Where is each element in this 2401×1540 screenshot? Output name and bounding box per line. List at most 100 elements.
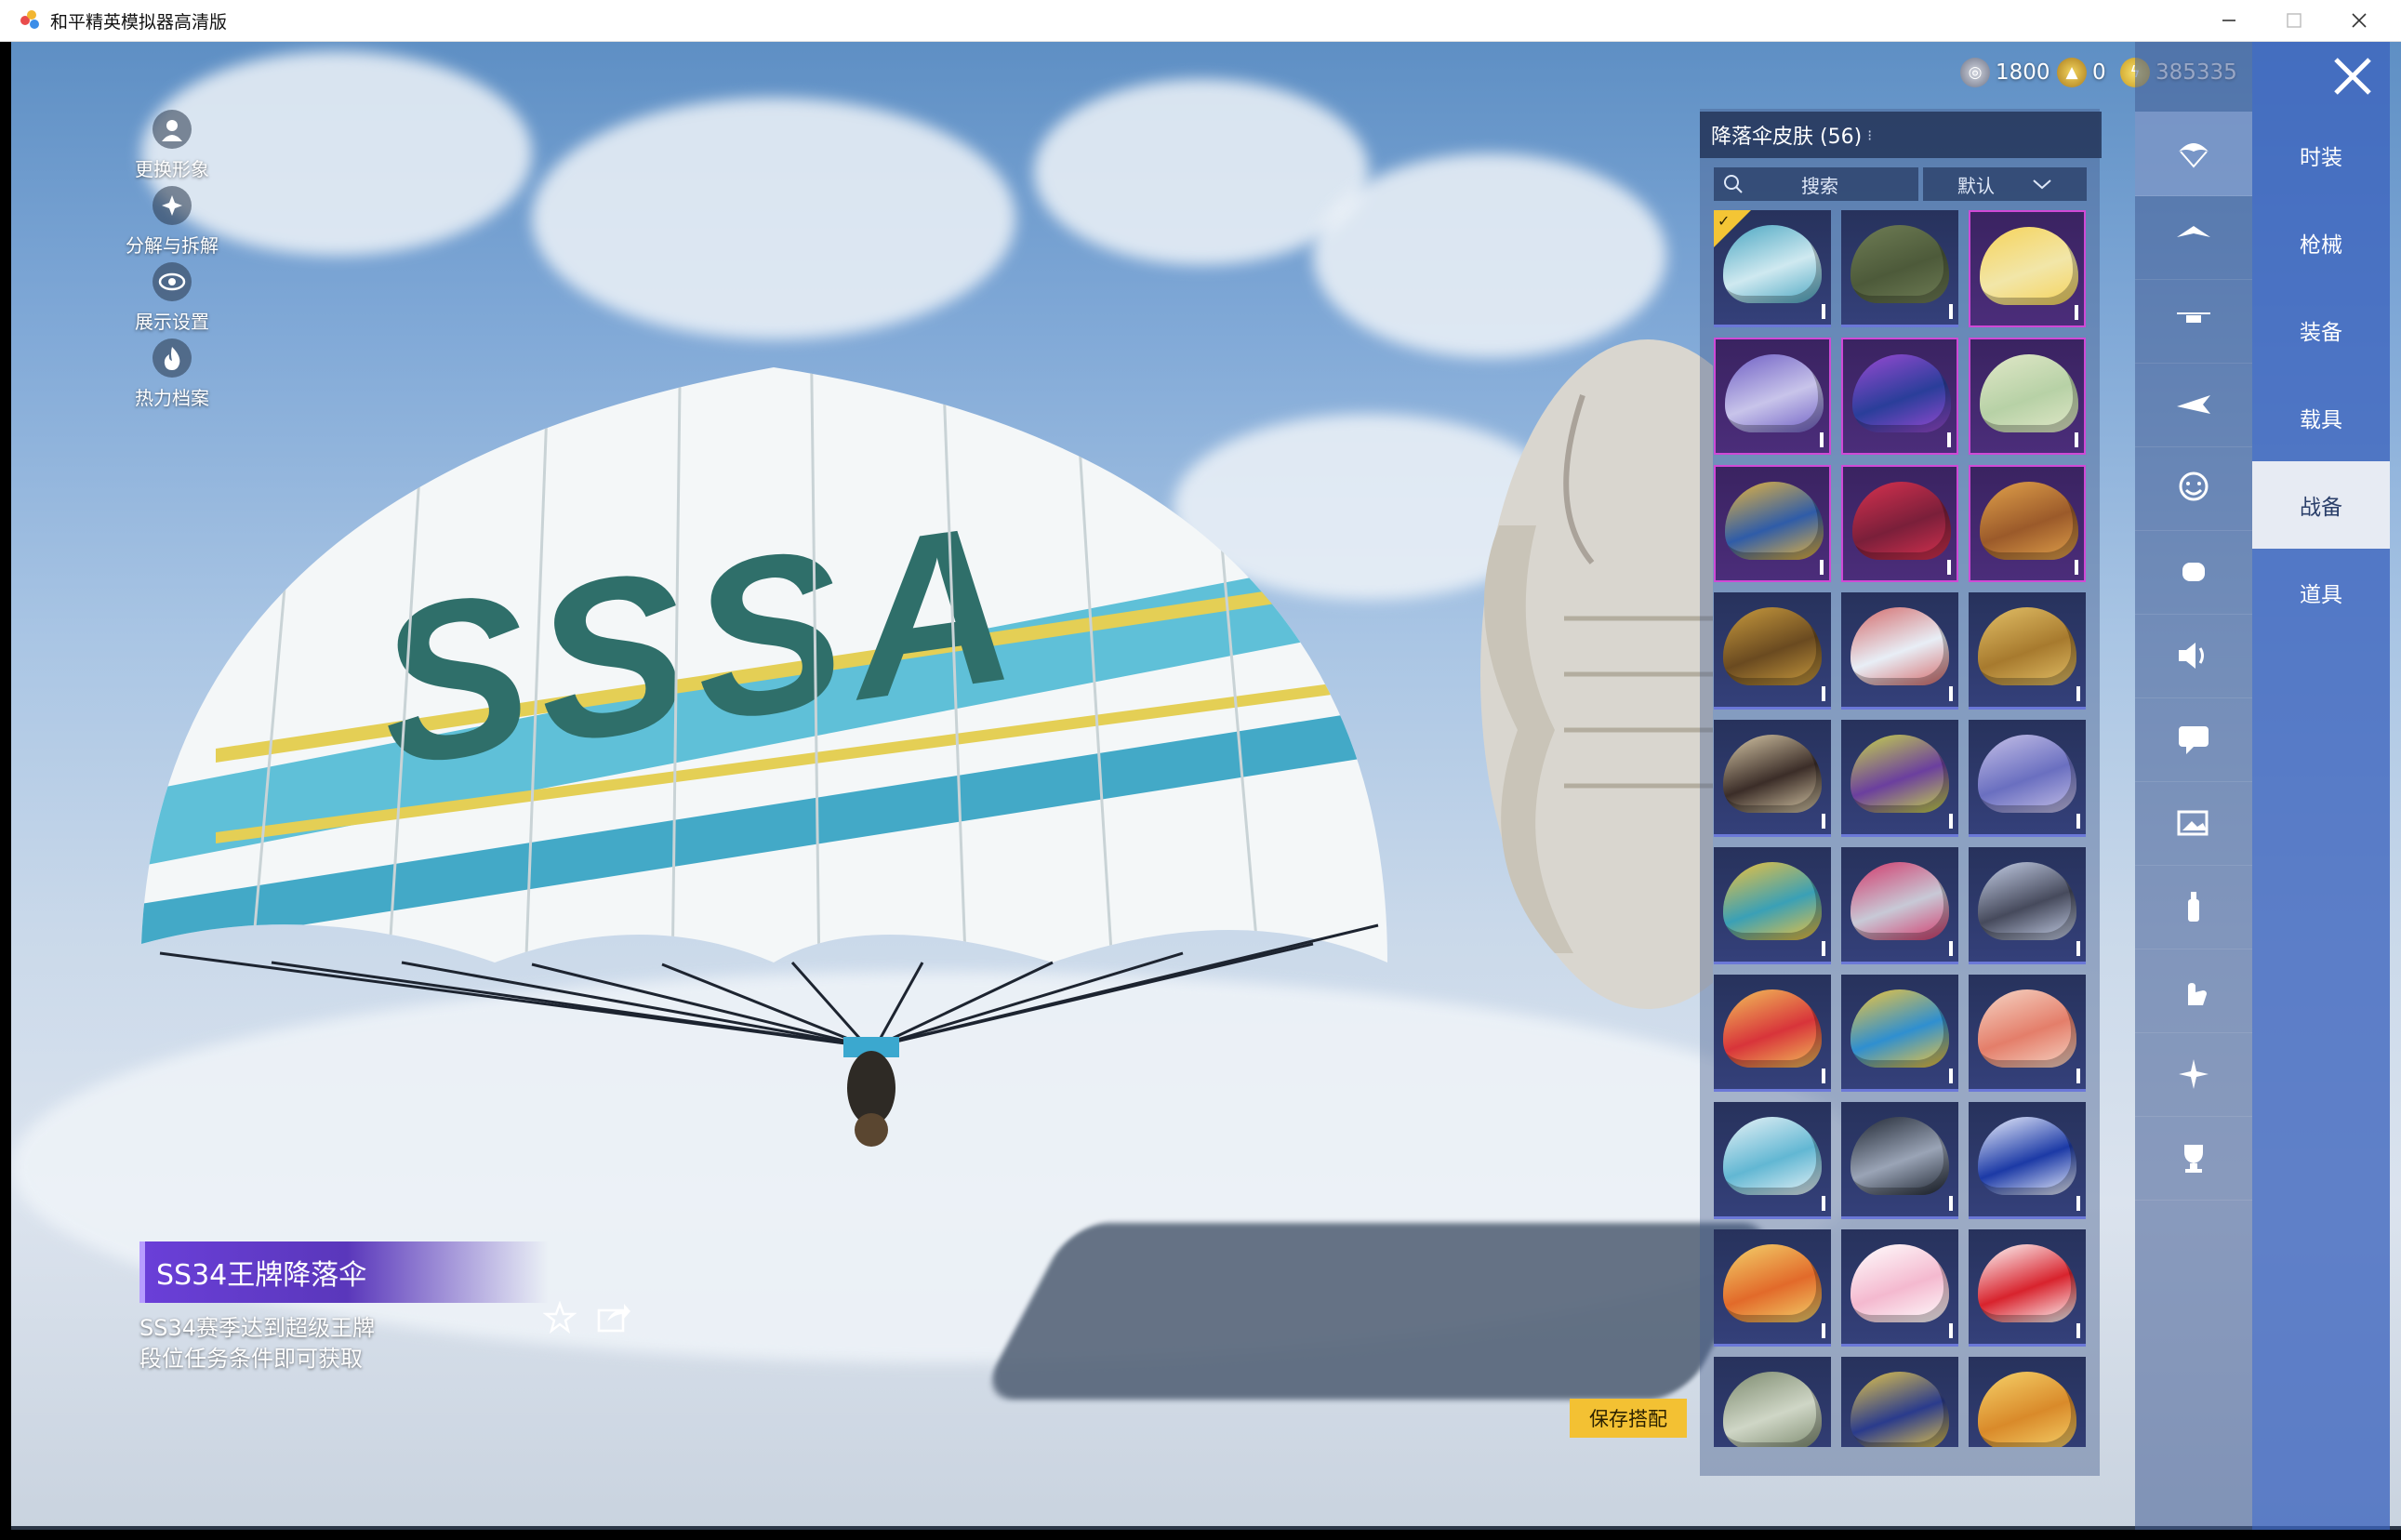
- search-input[interactable]: 搜索: [1714, 167, 1918, 201]
- sort-label: 默认: [1957, 174, 1995, 197]
- close-window-button[interactable]: [2327, 0, 2392, 41]
- skin-tile[interactable]: [1841, 847, 1958, 964]
- skin-tile[interactable]: [1969, 1357, 2086, 1447]
- parachute-thumbnail: [1723, 862, 1822, 940]
- parachute-thumbnail: [1850, 735, 1949, 813]
- category-tab-chat[interactable]: [2135, 697, 2252, 782]
- skin-tile[interactable]: ✓: [1714, 210, 1831, 327]
- glider-icon: [2177, 226, 2210, 237]
- parachute-thumbnail: [1850, 225, 1949, 303]
- search-icon: [1724, 175, 1743, 193]
- speaker-icon: [2179, 643, 2204, 669]
- quantity-mark: [1822, 304, 1825, 319]
- quantity-mark: [2076, 1069, 2080, 1083]
- parachute-thumbnail: [1852, 482, 1951, 560]
- parachute-thumbnail: [1980, 482, 2078, 560]
- display-settings-tool[interactable]: 展示设置: [112, 262, 232, 334]
- category-tab-hand-gesture[interactable]: [2135, 949, 2252, 1033]
- chevron-down-icon: [2033, 179, 2051, 190]
- skin-tile[interactable]: [1841, 210, 1958, 327]
- category-tab-speaker[interactable]: [2135, 614, 2252, 698]
- skin-tile[interactable]: [1841, 1357, 1958, 1447]
- quantity-mark: [1822, 814, 1825, 829]
- quantity-mark: [1949, 304, 1953, 319]
- section-tab[interactable]: 战备: [2252, 461, 2390, 549]
- skin-tile[interactable]: [1969, 975, 2086, 1092]
- skin-tile[interactable]: [1841, 720, 1958, 837]
- category-tab-drone[interactable]: [2135, 279, 2252, 364]
- skin-tile[interactable]: [1714, 975, 1831, 1092]
- skin-tile[interactable]: [1969, 1102, 2086, 1219]
- parachute-preview: SSSA: [141, 367, 1387, 1147]
- quantity-mark: [1820, 560, 1824, 575]
- quantity-mark: [1822, 686, 1825, 701]
- sparkle-icon: [2179, 1059, 2209, 1089]
- cloud-shadow: [977, 1223, 1779, 1400]
- skin-tile[interactable]: [1714, 720, 1831, 837]
- skin-tile[interactable]: [1841, 592, 1958, 710]
- skin-tile[interactable]: [1969, 847, 2086, 964]
- parachute-icon: [2179, 143, 2209, 168]
- skin-tile[interactable]: [1714, 1102, 1831, 1219]
- cloud: [532, 98, 1015, 339]
- parachute-thumbnail: [1978, 607, 2076, 685]
- skin-tile[interactable]: [1969, 465, 2086, 582]
- section-tab[interactable]: 道具: [2252, 549, 2390, 636]
- maximize-button[interactable]: [2262, 0, 2327, 41]
- eye-icon: [153, 262, 192, 301]
- star-icon: [543, 1301, 577, 1334]
- parachute-thumbnail: [1978, 1372, 2076, 1447]
- category-tab-sparkle[interactable]: [2135, 1032, 2252, 1117]
- section-tab[interactable]: 时装: [2252, 112, 2390, 199]
- skin-tile[interactable]: [1841, 465, 1958, 582]
- skin-tile[interactable]: [1714, 1357, 1831, 1447]
- skin-tile[interactable]: [1969, 1229, 2086, 1347]
- skin-tile[interactable]: [1714, 1229, 1831, 1347]
- category-tab-emote[interactable]: [2135, 446, 2252, 531]
- skin-tile[interactable]: [1714, 338, 1831, 455]
- tool-label: 更换形象: [135, 158, 209, 180]
- skin-tile[interactable]: [1969, 210, 2086, 327]
- search-placeholder: 搜索: [1801, 174, 1838, 197]
- category-tab-gallery[interactable]: [2135, 781, 2252, 866]
- section-tab[interactable]: 枪械: [2252, 199, 2390, 286]
- gallery-icon: [2177, 810, 2209, 836]
- quantity-mark: [2075, 560, 2078, 575]
- share-button[interactable]: [593, 1297, 634, 1338]
- sort-dropdown[interactable]: 默认: [1923, 167, 2087, 201]
- quantity-mark: [1949, 1323, 1953, 1338]
- skin-tile[interactable]: [1841, 1229, 1958, 1347]
- skin-tile[interactable]: [1841, 1102, 1958, 1219]
- panel-title: 降落伞皮肤 (56): [1711, 126, 1863, 149]
- parachute-thumbnail: [1850, 1244, 1949, 1322]
- close-panel-button[interactable]: [2325, 48, 2381, 104]
- skin-tile[interactable]: [1714, 465, 1831, 582]
- minimize-button[interactable]: [2196, 0, 2262, 41]
- category-tab-spray[interactable]: [2135, 865, 2252, 949]
- info-icon[interactable]: ⁝: [1867, 126, 1872, 144]
- skin-tile[interactable]: [1969, 592, 2086, 710]
- category-tab-plane[interactable]: [2135, 363, 2252, 447]
- dismantle-tool[interactable]: 分解与拆解: [112, 186, 232, 258]
- skin-tile[interactable]: [1841, 975, 1958, 1092]
- quantity-mark: [1822, 1069, 1825, 1083]
- heat-record-tool[interactable]: 热力档案: [112, 339, 232, 410]
- section-tab[interactable]: 载具: [2252, 374, 2390, 461]
- skin-tile[interactable]: [1969, 720, 2086, 837]
- bottom-strip: [11, 1526, 2401, 1530]
- quantity-mark: [1822, 941, 1825, 956]
- category-tab-glider[interactable]: [2135, 195, 2252, 280]
- section-tab[interactable]: 装备: [2252, 286, 2390, 374]
- change-appearance-tool[interactable]: 更换形象: [112, 110, 232, 181]
- save-outfit-button[interactable]: 保存搭配: [1570, 1399, 1687, 1438]
- skin-tile[interactable]: [1714, 592, 1831, 710]
- favorite-button[interactable]: [539, 1297, 580, 1338]
- share-icon: [597, 1304, 630, 1333]
- skin-tile[interactable]: [1714, 847, 1831, 964]
- category-tab-trophy[interactable]: [2135, 1116, 2252, 1201]
- category-tab-parachute[interactable]: [2135, 112, 2252, 196]
- hand-gesture-icon: [2188, 983, 2207, 1005]
- skin-tile[interactable]: [1969, 338, 2086, 455]
- skin-tile[interactable]: [1841, 338, 1958, 455]
- category-tab-companion[interactable]: [2135, 530, 2252, 615]
